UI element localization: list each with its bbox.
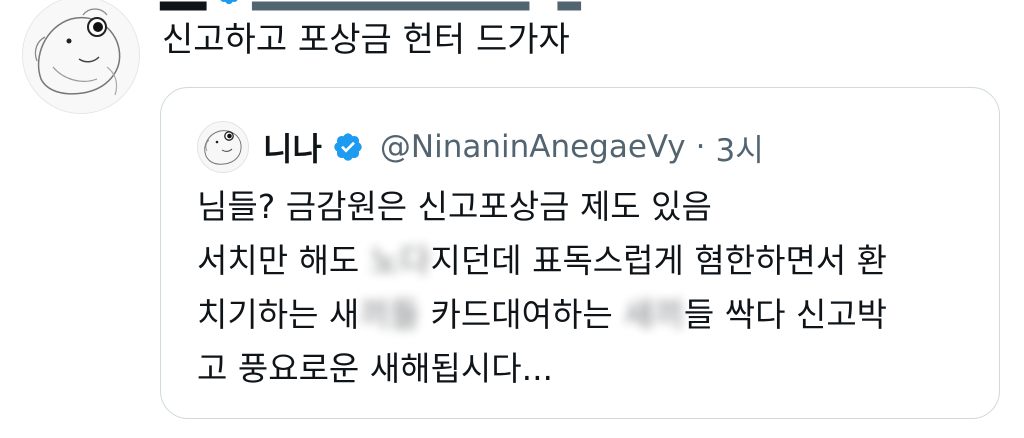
text-segment: 고 풍요로운 새해됩시다... <box>197 349 554 388</box>
avatar-sketch-icon <box>23 0 139 113</box>
text-segment: 지던데 표독스럽게 혐한하면서 환 <box>430 241 888 280</box>
quoted-handle[interactable]: @NinaninAnegaeVy <box>380 129 686 165</box>
quoted-text-line: 님들? 금감원은 신고포상금 제도 있음 <box>197 180 887 234</box>
quoted-text-line: 치기하는 새끼들 카드대여하는 새끼들 싹다 신고박 <box>197 288 887 342</box>
cut-off-author-name: ▂▂ <box>160 0 206 11</box>
verified-badge-icon <box>334 133 362 161</box>
tweet-text: 신고하고 포상금 헌터 드가자 <box>162 20 570 60</box>
quoted-tweet-card[interactable]: 니나 @NinaninAnegaeVy · 3시 님들? 금감원은 신고포상금 … <box>160 87 1000 419</box>
blurred-text-segment: 끼들 <box>359 295 421 334</box>
quoted-text-line: 고 풍요로운 새해됩시다... <box>197 342 887 396</box>
quoted-avatar[interactable] <box>197 121 249 173</box>
verified-badge-icon <box>220 0 238 5</box>
avatar-sketch-icon <box>198 122 248 172</box>
avatar[interactable] <box>22 0 140 114</box>
separator-dot: · <box>695 129 706 165</box>
blurred-text-segment: 노다 <box>369 241 431 280</box>
cut-off-handle: ▂▂▂▂▂▂▂▂▂▂▂▂ · ▂ <box>252 0 581 11</box>
quoted-text-line: 서치만 해도 노다지던데 표독스럽게 혐한하면서 환 <box>197 234 887 288</box>
quoted-tweet-text: 님들? 금감원은 신고포상금 제도 있음 서치만 해도 노다지던데 표독스럽게 … <box>197 180 887 396</box>
text-segment: 들 싹다 신고박 <box>683 295 888 334</box>
quoted-timestamp[interactable]: 3시 <box>716 125 764 170</box>
cut-off-header: ▂▂ ▂▂▂▂▂▂▂▂▂▂▂▂ · ▂ <box>160 0 581 11</box>
blurred-text-segment: 새끼 <box>623 295 684 334</box>
text-segment: 카드대여하는 <box>420 295 624 334</box>
text-segment: 치기하는 새 <box>197 295 360 334</box>
quoted-author-name[interactable]: 니나 <box>263 124 322 170</box>
text-segment: 님들? 금감원은 신고포상금 제도 있음 <box>197 187 712 226</box>
quoted-tweet-header: 니나 @NinaninAnegaeVy · 3시 <box>197 121 764 173</box>
tweet-screenshot: ▂▂ ▂▂▂▂▂▂▂▂▂▂▂▂ · ▂ 신고하고 포상금 헌터 드가자 <box>0 0 1024 438</box>
text-segment: 서치만 해도 <box>197 241 370 280</box>
